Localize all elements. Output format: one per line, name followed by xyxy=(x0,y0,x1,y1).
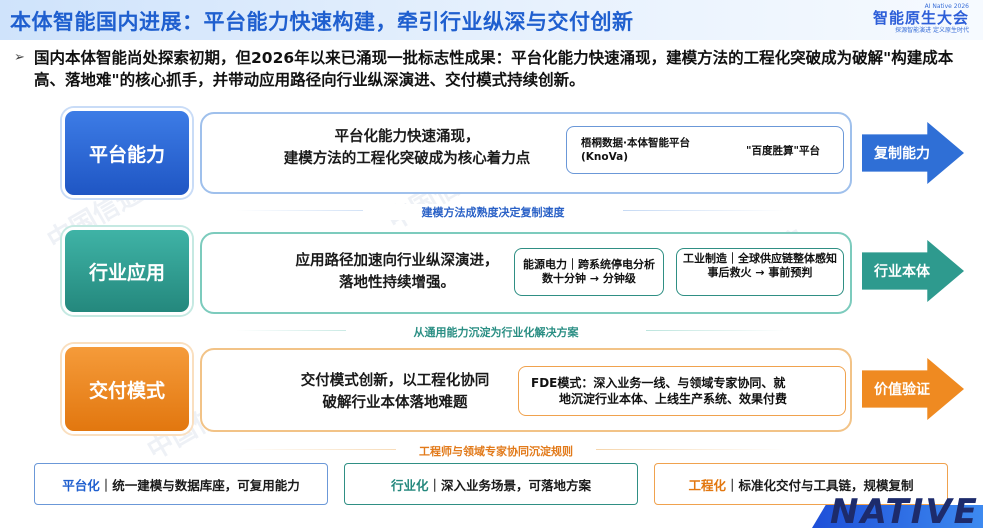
native-logo: NATIVE xyxy=(830,492,979,528)
pill-text-line: 地沉淀行业本体、上线生产系统、效果付费 xyxy=(559,392,788,406)
summary-box-platformization: 平台化 ｜统一建模与数据库座，可复用能力 xyxy=(34,463,328,505)
row-text-line: 交付模式创新，以工程化协同 xyxy=(300,373,490,389)
separator-text-1: 建模方法成熟度决定复制速度 xyxy=(363,204,623,220)
pill-text-knova: 梧桐数据·本体智能平台(KnoVa) xyxy=(581,137,690,163)
separator-text-2: 从通用能力沉淀为行业化解决方案 xyxy=(346,324,646,340)
row-text-platform: 平台化能力快速涌现， 建模方法的工程化突破成为核心着力点 xyxy=(262,126,552,170)
summary-keyword: 平台化 xyxy=(62,477,100,493)
summary-text: ｜标准化交付与工具链，规模复制 xyxy=(726,477,914,493)
pill-text-line: 工业制造｜全球供应链整体感知 xyxy=(683,252,837,265)
pill-text-line: 数十分钟 → 分钟级 xyxy=(542,272,636,285)
row-text-line: 落地性持续增强。 xyxy=(339,275,455,291)
page-title: 本体智能国内进展：平台能力快速构建，牵引行业纵深与交付创新 xyxy=(10,10,634,34)
row-text-line: 建模方法的工程化突破成为核心着力点 xyxy=(283,151,531,167)
pill-text-line: 能源电力｜跨系统停电分析 xyxy=(523,258,655,271)
arrow-industry-ontology: 行业本体 xyxy=(862,240,964,302)
row-label-delivery: 交付模式 xyxy=(62,344,192,434)
brand-sub-text: 探源智能演进 定义原生时代 xyxy=(895,27,969,34)
row-text-line: 破解行业本体落地难题 xyxy=(322,395,468,411)
pill-text-baidu: "百度胜算"平台 xyxy=(746,145,820,157)
event-brand-logo: AI Native 2026 智能原生大会 探源智能演进 定义原生时代 xyxy=(859,3,969,37)
arrow-value-validation: 价值验证 xyxy=(862,358,964,420)
bullet-arrow-icon: ➢ xyxy=(14,50,25,65)
row-text-delivery: 交付模式创新，以工程化协同 破解行业本体落地难题 xyxy=(282,370,508,414)
row-label-industry: 行业应用 xyxy=(62,227,192,315)
summary-text: ｜深入业务场景，可落地方案 xyxy=(428,477,592,493)
row-label-platform: 平台能力 xyxy=(62,108,192,198)
energy-case-pill: 能源电力｜跨系统停电分析 数十分钟 → 分钟级 xyxy=(514,248,664,296)
platform-examples-pill: 梧桐数据·本体智能平台(KnoVa) "百度胜算"平台 xyxy=(566,126,844,174)
title-bar: 本体智能国内进展：平台能力快速构建，牵引行业纵深与交付创新 AI Native … xyxy=(0,0,983,40)
summary-keyword: 工程化 xyxy=(688,477,726,493)
pill-text-line: 事后救火 → 事前预判 xyxy=(707,266,813,279)
summary-text: ｜统一建模与数据库座，可复用能力 xyxy=(99,477,300,493)
intro-text: 国内本体智能尚处探索初期，但2026年以来已涌现一批标志性成果：平台化能力快速涌… xyxy=(34,49,954,89)
arrow-copy-capability: 复制能力 xyxy=(862,122,964,184)
summary-keyword: 行业化 xyxy=(390,477,429,493)
brand-main-text: 智能原生大会 xyxy=(872,9,969,27)
pill-text-line: FDE模式：深入业务一线、与领域专家协同、就 xyxy=(531,376,786,390)
row-text-line: 应用路径加速向行业纵深演进， xyxy=(295,253,499,269)
row-text-industry: 应用路径加速向行业纵深演进， 落地性持续增强。 xyxy=(282,250,512,294)
fde-mode-pill: FDE模式：深入业务一线、与领域专家协同、就 地沉淀行业本体、上线生产系统、效果… xyxy=(518,366,846,416)
separator-text-3: 工程师与领域专家协同沉淀规则 xyxy=(396,443,596,459)
manufacturing-case-pill: 工业制造｜全球供应链整体感知 事后救火 → 事前预判 xyxy=(676,248,844,296)
summary-box-industrialization: 行业化 ｜深入业务场景，可落地方案 xyxy=(344,463,638,505)
row-text-line: 平台化能力快速涌现， xyxy=(334,129,480,145)
